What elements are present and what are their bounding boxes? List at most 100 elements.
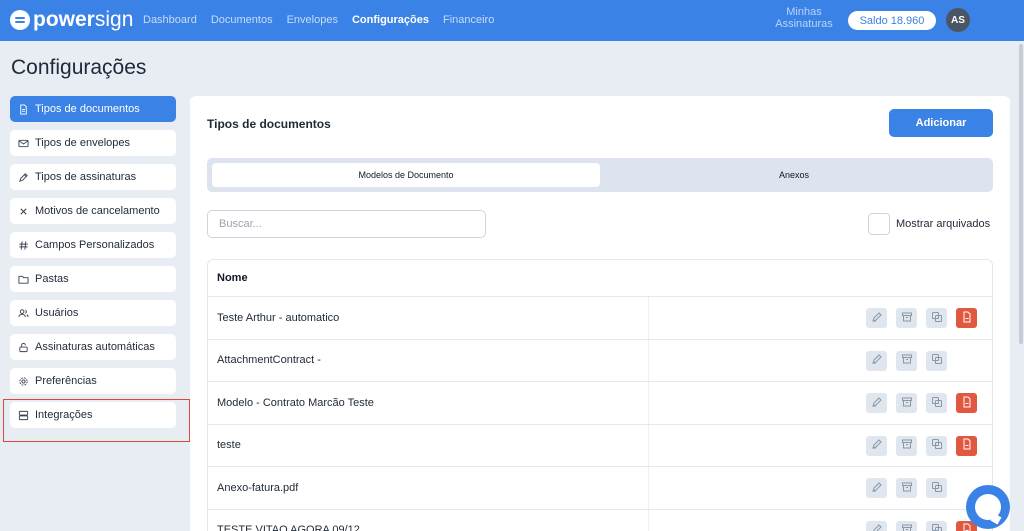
main-nav: Dashboard Documentos Envelopes Configura… xyxy=(143,14,494,26)
row-actions xyxy=(866,478,977,498)
nav-envelopes[interactable]: Envelopes xyxy=(287,14,338,26)
minhas-assinaturas-link[interactable]: Minhas Assinaturas xyxy=(772,6,836,30)
logo[interactable]: power sign xyxy=(10,8,133,32)
archive-icon xyxy=(901,481,913,496)
row-actions xyxy=(866,393,977,413)
edit-button[interactable] xyxy=(866,308,887,328)
duplicate-button[interactable] xyxy=(926,308,947,328)
edit-icon xyxy=(871,396,883,411)
document-name: AttachmentContract - xyxy=(217,354,321,367)
pdf-button[interactable] xyxy=(956,393,977,413)
edit-button[interactable] xyxy=(866,393,887,413)
pdf-button[interactable] xyxy=(956,435,977,456)
archive-button[interactable] xyxy=(896,350,917,371)
table-row[interactable]: AttachmentContract - xyxy=(208,339,992,382)
nav-configuracoes[interactable]: Configurações xyxy=(352,14,429,26)
lock-icon xyxy=(18,342,29,353)
sidebar-item-preferencias[interactable]: Preferências xyxy=(10,368,176,394)
column-divider xyxy=(648,424,649,466)
row-actions xyxy=(866,308,977,328)
folder-icon xyxy=(18,274,29,285)
pdf-icon xyxy=(961,523,973,531)
copy-icon xyxy=(931,438,943,453)
pen-icon xyxy=(18,172,29,183)
sidebar-item-label: Usuários xyxy=(35,307,79,319)
pdf-icon xyxy=(961,396,973,411)
saldo-badge[interactable]: Saldo 18.960 xyxy=(848,11,936,30)
pdf-button[interactable] xyxy=(956,308,977,328)
integracoes-highlight xyxy=(3,399,190,442)
search-input[interactable] xyxy=(207,210,486,238)
avatar[interactable]: AS xyxy=(946,8,970,32)
sidebar-item-label: Pastas xyxy=(35,273,69,285)
sidebar-item-label: Campos Personalizados xyxy=(35,239,155,251)
duplicate-button[interactable] xyxy=(926,435,947,456)
nav-financeiro[interactable]: Financeiro xyxy=(443,14,494,26)
show-archived-toggle[interactable]: Mostrar arquivados xyxy=(868,213,990,235)
sidebar-item-tipos-envelopes[interactable]: Tipos de envelopes xyxy=(10,130,176,156)
table-row[interactable]: Teste Arthur - automatico xyxy=(208,297,992,340)
duplicate-button[interactable] xyxy=(926,520,947,531)
sidebar-item-motivos-cancelamento[interactable]: Motivos de cancelamento xyxy=(10,198,176,224)
archive-button[interactable] xyxy=(896,308,917,328)
settings-sidebar: Tipos de documentos Tipos de envelopes T… xyxy=(10,96,176,436)
duplicate-button[interactable] xyxy=(926,393,947,413)
sidebar-item-pastas[interactable]: Pastas xyxy=(10,266,176,292)
sidebar-item-label: Tipos de envelopes xyxy=(35,137,130,149)
main-panel: Tipos de documentos Adicionar Modelos de… xyxy=(190,96,1010,531)
nav-documentos[interactable]: Documentos xyxy=(211,14,273,26)
show-archived-checkbox[interactable] xyxy=(868,213,890,235)
row-actions xyxy=(866,520,977,531)
logo-icon xyxy=(10,10,30,30)
table-row[interactable]: Modelo - Contrato Marcão Teste xyxy=(208,382,992,425)
sidebar-item-label: Preferências xyxy=(35,375,97,387)
archive-button[interactable] xyxy=(896,520,917,531)
sidebar-item-tipos-documentos[interactable]: Tipos de documentos xyxy=(10,96,176,122)
minhas-line2: Assinaturas xyxy=(775,18,833,30)
sidebar-item-assinaturas-automaticas[interactable]: Assinaturas automáticas xyxy=(10,334,176,360)
edit-button[interactable] xyxy=(866,435,887,456)
archive-icon xyxy=(901,396,913,411)
chat-bubble-icon xyxy=(975,494,1001,520)
column-divider xyxy=(648,382,649,424)
sidebar-item-usuarios[interactable]: Usuários xyxy=(10,300,176,326)
chat-button[interactable] xyxy=(966,485,1010,529)
table-row[interactable]: Anexo-fatura.pdf xyxy=(208,467,992,510)
document-icon xyxy=(18,103,29,115)
edit-button[interactable] xyxy=(866,478,887,498)
logo-text-light: sign xyxy=(94,8,134,31)
duplicate-button[interactable] xyxy=(926,350,947,371)
sidebar-item-campos-personalizados[interactable]: Campos Personalizados xyxy=(10,232,176,258)
edit-button[interactable] xyxy=(866,520,887,531)
column-divider xyxy=(648,339,649,381)
close-icon xyxy=(18,206,29,217)
edit-icon xyxy=(871,481,883,496)
page-scrollbar-thumb[interactable] xyxy=(1019,44,1023,344)
sidebar-item-label: Motivos de cancelamento xyxy=(35,205,160,217)
documents-table: Nome Teste Arthur - automatico Attachment… xyxy=(207,259,993,531)
edit-icon xyxy=(871,438,883,453)
add-button[interactable]: Adicionar xyxy=(889,109,993,137)
nav-dashboard[interactable]: Dashboard xyxy=(143,14,197,26)
archive-button[interactable] xyxy=(896,478,917,498)
edit-button[interactable] xyxy=(866,350,887,371)
edit-icon xyxy=(871,523,883,531)
sidebar-item-tipos-assinaturas[interactable]: Tipos de assinaturas xyxy=(10,164,176,190)
minhas-line1: Minhas xyxy=(786,6,822,18)
archive-icon xyxy=(901,438,913,453)
tab-anexos[interactable]: Anexos xyxy=(600,163,988,187)
hash-icon xyxy=(18,240,29,251)
duplicate-button[interactable] xyxy=(926,478,947,498)
sidebar-item-label: Tipos de documentos xyxy=(35,103,140,115)
tabs-bar: Modelos de Documento Anexos xyxy=(207,158,993,192)
document-name: TESTE VITAO AGORA 09/12 xyxy=(217,524,360,531)
document-name: Teste Arthur - automatico xyxy=(217,311,340,324)
page-title: Configurações xyxy=(11,56,147,79)
column-divider xyxy=(648,297,649,339)
archive-icon xyxy=(901,523,913,531)
table-row[interactable]: TESTE VITAO AGORA 09/12 xyxy=(208,509,992,531)
archive-button[interactable] xyxy=(896,435,917,456)
table-row[interactable]: teste xyxy=(208,424,992,467)
tab-modelos-documento[interactable]: Modelos de Documento xyxy=(212,163,600,187)
archive-button[interactable] xyxy=(896,393,917,413)
